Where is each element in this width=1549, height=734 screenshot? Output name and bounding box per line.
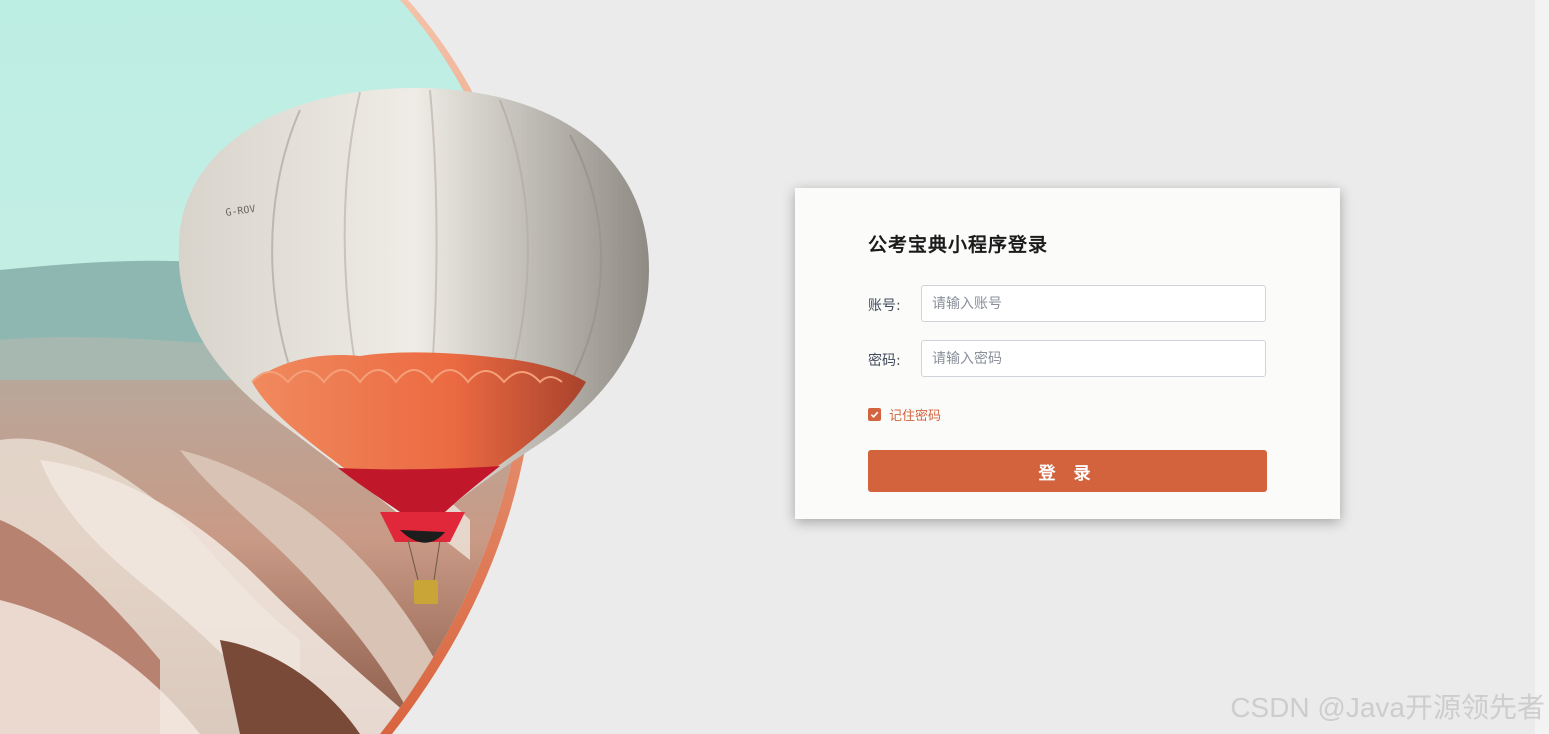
checkbox-checked-icon[interactable] <box>868 408 881 421</box>
login-title: 公考宝典小程序登录 <box>868 234 1049 256</box>
balloon-basket <box>414 580 438 604</box>
account-input[interactable] <box>921 285 1266 322</box>
login-card: 公考宝典小程序登录 账号: 密码: 记住密码 登 录 <box>795 188 1340 519</box>
account-label: 账号: <box>868 298 901 314</box>
login-button[interactable]: 登 录 <box>868 450 1267 492</box>
page-scrollbar[interactable] <box>1535 0 1549 734</box>
watermark: CSDN @Java开源领先者 <box>1230 692 1545 723</box>
password-input[interactable] <box>921 340 1266 377</box>
remember-password-checkbox[interactable]: 记住密码 <box>868 405 941 424</box>
remember-password-label: 记住密码 <box>889 409 942 424</box>
login-page: G-ROV 公考宝典小程序登录 账号: 密码: 记住密码 登 录 CSDN @J… <box>0 0 1549 734</box>
hero-balloon-illustration: G-ROV <box>0 0 649 734</box>
password-label: 密码: <box>868 353 901 369</box>
